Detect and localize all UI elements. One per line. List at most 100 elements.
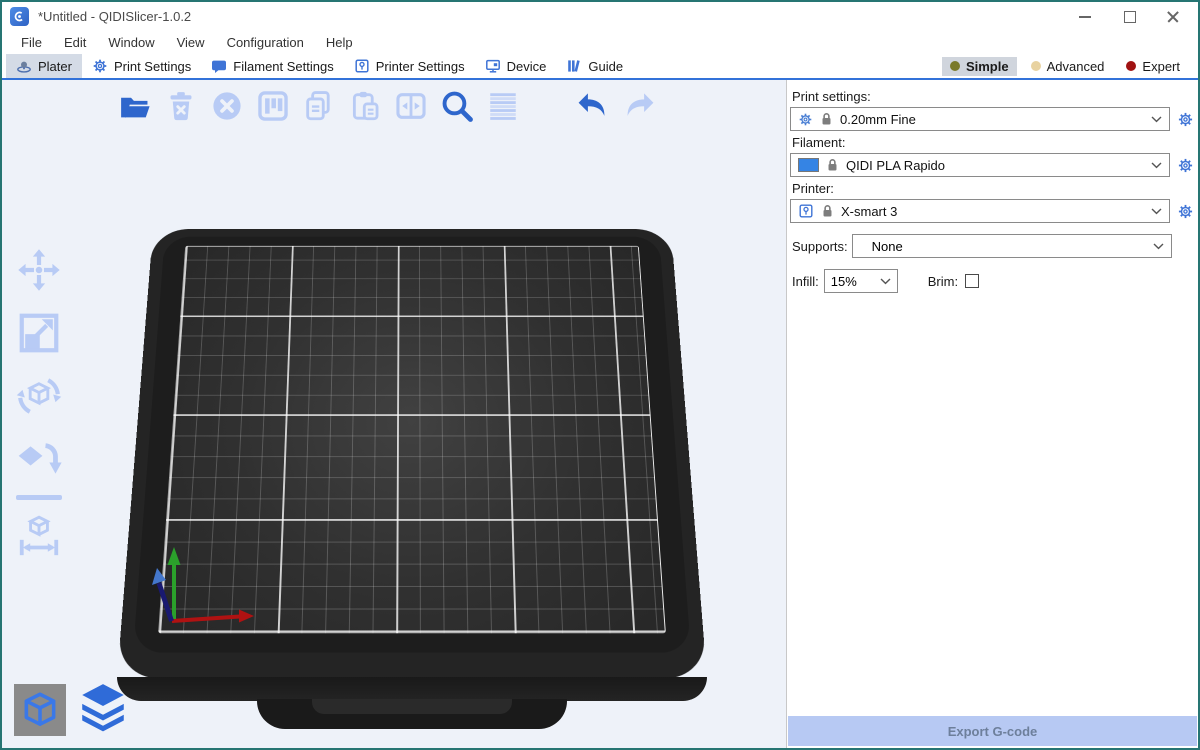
- search-icon: [439, 88, 475, 124]
- filament-color-swatch: [798, 158, 819, 172]
- print-settings-gear-button[interactable]: [1175, 109, 1195, 129]
- tab-plater[interactable]: Plater: [6, 54, 82, 78]
- gear-icon: [798, 112, 813, 127]
- tab-printer-settings-label: Printer Settings: [376, 59, 465, 74]
- mode-simple-label: Simple: [966, 59, 1009, 74]
- close-button[interactable]: [1166, 9, 1180, 23]
- print-settings-combo[interactable]: 0.20mm Fine: [790, 107, 1170, 131]
- open-button[interactable]: [114, 85, 156, 127]
- cube-3d-icon: [19, 689, 61, 731]
- tab-print-settings-label: Print Settings: [114, 59, 191, 74]
- viewport-3d[interactable]: [2, 80, 787, 748]
- app-logo-icon: [10, 7, 29, 26]
- printer-value: X-smart 3: [841, 204, 1144, 219]
- gear-icon: [1177, 203, 1194, 220]
- title-bar: *Untitled - QIDISlicer-1.0.2: [2, 2, 1198, 30]
- menu-view[interactable]: View: [166, 35, 216, 50]
- arrange-icon: [256, 89, 290, 123]
- filament-gear-button[interactable]: [1175, 155, 1195, 175]
- expert-dot-icon: [1126, 61, 1136, 71]
- delete-button[interactable]: [160, 85, 202, 127]
- filament-combo[interactable]: QIDI PLA Rapido: [790, 153, 1170, 177]
- print-settings-label: Print settings:: [792, 89, 1195, 104]
- mode-advanced-label: Advanced: [1047, 59, 1105, 74]
- variable-layer-height-button[interactable]: [482, 85, 524, 127]
- tab-filament-settings-label: Filament Settings: [233, 59, 333, 74]
- preview-layers-button[interactable]: [74, 678, 132, 736]
- mode-advanced[interactable]: Advanced: [1023, 57, 1113, 76]
- delete-all-button[interactable]: [206, 85, 248, 127]
- tab-bar: Plater Print Settings: [2, 54, 1198, 80]
- move-button[interactable]: [12, 243, 66, 297]
- tab-device[interactable]: Device: [475, 54, 557, 78]
- scale-icon: [16, 310, 62, 356]
- printer-label: Printer:: [792, 181, 1195, 196]
- chevron-down-icon: [880, 278, 891, 285]
- mode-expert[interactable]: Expert: [1118, 57, 1188, 76]
- supports-value: None: [872, 239, 1153, 254]
- plater-icon: [16, 58, 32, 74]
- chevron-down-icon: [1151, 116, 1162, 123]
- split-objects-button[interactable]: [390, 85, 432, 127]
- infill-label: Infill:: [792, 274, 819, 289]
- minimize-button[interactable]: [1078, 9, 1092, 23]
- tab-print-settings[interactable]: Print Settings: [82, 54, 201, 78]
- scale-button[interactable]: [12, 306, 66, 360]
- paste-button[interactable]: [344, 85, 386, 127]
- viewport-toolbar: [114, 85, 660, 127]
- paste-icon: [348, 89, 382, 123]
- export-gcode-button[interactable]: Export G-code: [788, 716, 1197, 746]
- 3d-editor-view-button[interactable]: [14, 684, 66, 736]
- copy-button[interactable]: [298, 85, 340, 127]
- place-on-face-button[interactable]: [12, 432, 66, 486]
- layer-list-icon: [486, 89, 520, 123]
- advanced-dot-icon: [1031, 61, 1041, 71]
- rotate-button[interactable]: [12, 369, 66, 423]
- copy-icon: [302, 89, 336, 123]
- printer-combo[interactable]: X-smart 3: [790, 199, 1170, 223]
- menu-configuration[interactable]: Configuration: [216, 35, 315, 50]
- brim-checkbox[interactable]: [965, 274, 979, 288]
- redo-button[interactable]: [618, 85, 660, 127]
- printer-icon: [798, 203, 814, 219]
- chevron-down-icon: [1153, 243, 1164, 250]
- bed-handle-notch: [312, 699, 512, 714]
- search-button[interactable]: [436, 85, 478, 127]
- infill-combo[interactable]: 15%: [824, 269, 898, 293]
- print-settings-value: 0.20mm Fine: [840, 112, 1144, 127]
- simple-dot-icon: [950, 61, 960, 71]
- menu-help[interactable]: Help: [315, 35, 364, 50]
- arrange-button[interactable]: [252, 85, 294, 127]
- axes-indicator-icon: [140, 535, 270, 635]
- supports-combo[interactable]: None: [852, 234, 1172, 258]
- tab-device-label: Device: [507, 59, 547, 74]
- brim-label: Brim:: [928, 274, 958, 289]
- window-title: *Untitled - QIDISlicer-1.0.2: [38, 9, 191, 24]
- menu-window[interactable]: Window: [97, 35, 165, 50]
- export-gcode-label: Export G-code: [948, 724, 1038, 739]
- lock-icon: [826, 158, 839, 172]
- filament-icon: [211, 58, 227, 74]
- open-folder-icon: [118, 89, 152, 123]
- bed-front-face: [117, 677, 707, 701]
- view-toggles: [14, 678, 132, 736]
- undo-icon: [575, 88, 611, 124]
- printer-gear-button[interactable]: [1175, 201, 1195, 221]
- maximize-button[interactable]: [1122, 9, 1136, 23]
- printer-icon: [354, 58, 370, 74]
- lock-icon: [820, 112, 833, 126]
- print-bed[interactable]: [102, 158, 722, 748]
- move-icon: [16, 247, 62, 293]
- infill-value: 15%: [831, 274, 880, 289]
- menu-edit[interactable]: Edit: [53, 35, 97, 50]
- undo-button[interactable]: [572, 85, 614, 127]
- tab-filament-settings[interactable]: Filament Settings: [201, 54, 343, 78]
- measure-icon: [16, 513, 62, 559]
- tab-printer-settings[interactable]: Printer Settings: [344, 54, 475, 78]
- tab-guide[interactable]: Guide: [556, 54, 633, 78]
- menu-file[interactable]: File: [10, 35, 53, 50]
- delete-all-icon: [210, 89, 244, 123]
- mode-simple[interactable]: Simple: [942, 57, 1017, 76]
- gear-icon: [1177, 157, 1194, 174]
- measure-button[interactable]: [12, 509, 66, 563]
